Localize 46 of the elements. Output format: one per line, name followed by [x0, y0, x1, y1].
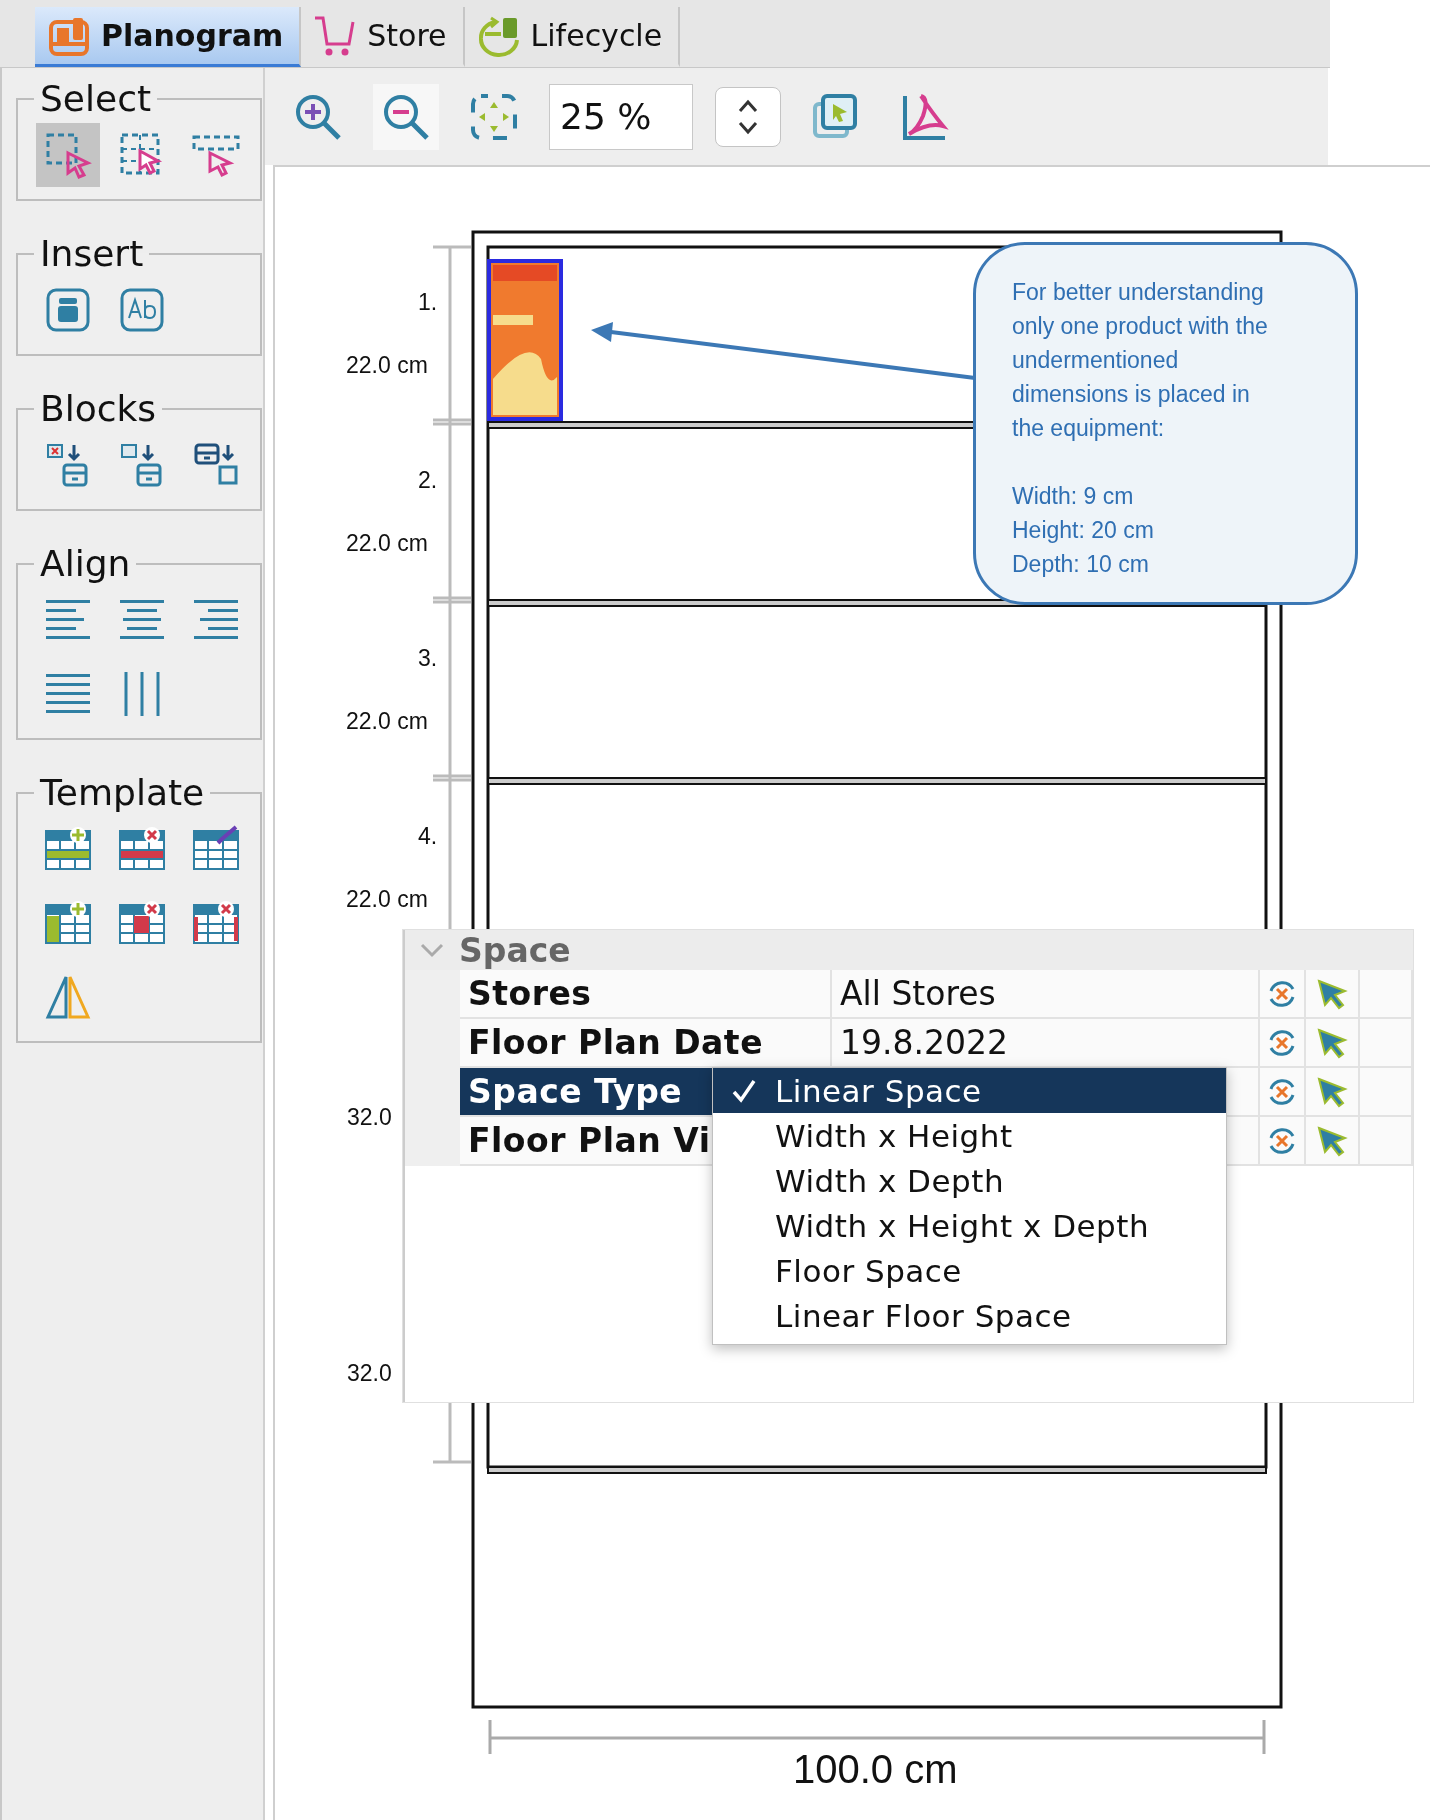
check-icon: [731, 1078, 757, 1104]
group-title: Template: [39, 772, 206, 813]
dropdown-option[interactable]: Linear Space: [713, 1068, 1226, 1113]
section-title: Space: [459, 930, 571, 970]
callout-text: For better understanding only one product with the undermentioned dimensions is placed in the equipment:: [1012, 278, 1269, 443]
shelf-number: 4.: [418, 823, 438, 850]
group-title: Blocks: [39, 388, 158, 429]
shelf-number: 3.: [418, 645, 438, 672]
property-name[interactable]: Floor Plan Date: [460, 1019, 832, 1068]
table-icon: [118, 825, 166, 873]
dropdown-option[interactable]: Floor Space: [713, 1248, 1226, 1293]
zoom-field[interactable]: 25 %: [549, 83, 693, 150]
dropdown-option[interactable]: Width x Height: [713, 1113, 1226, 1158]
shelf-height-label: 22.0 cm: [346, 352, 428, 379]
dropdown-option[interactable]: Width x Depth: [713, 1158, 1226, 1203]
shelf-number: 2.: [418, 467, 438, 494]
shelf-number: 1.: [418, 289, 438, 316]
table-icon: [44, 825, 92, 873]
dimension-text: Width: 9 cm: [1012, 482, 1135, 511]
dropdown-option[interactable]: Width x Height x Depth: [713, 1203, 1226, 1248]
dropdown-option[interactable]: Linear Floor Space: [713, 1293, 1226, 1338]
shelf-height-label: 22.0 cm: [346, 886, 428, 913]
shelf-height-label: 22.0 cm: [346, 708, 428, 735]
dimension-text: Height: 20 cm: [1012, 516, 1155, 545]
property-value[interactable]: All Stores: [832, 970, 1260, 1019]
fit-icon: [469, 91, 519, 142]
tab[interactable]: Planogram: [35, 7, 302, 67]
group-title: Insert: [39, 233, 145, 274]
shelf-height-label: 22.0 cm: [346, 530, 428, 557]
shelf-height-label: 32.0: [347, 1360, 392, 1387]
width-label: 100.0 cm: [793, 1747, 958, 1792]
zoom-spinner[interactable]: [715, 86, 781, 147]
group-title: Align: [39, 543, 132, 584]
table-icon: [192, 899, 240, 947]
property-name[interactable]: Stores: [460, 970, 832, 1019]
table-icon: [192, 825, 240, 873]
selection-icon: [44, 131, 92, 179]
group-title: Select: [39, 78, 153, 119]
jar-icon: [44, 286, 92, 334]
dimension-text: Depth: 10 cm: [1012, 550, 1150, 579]
property-value[interactable]: 19.8.2022: [832, 1019, 1260, 1068]
table-icon: [44, 899, 92, 947]
zoom-out-button[interactable]: [373, 83, 439, 150]
shelf-height-label: 32.0: [347, 1104, 392, 1131]
table-icon: [118, 899, 166, 947]
text-icon: [118, 286, 166, 334]
